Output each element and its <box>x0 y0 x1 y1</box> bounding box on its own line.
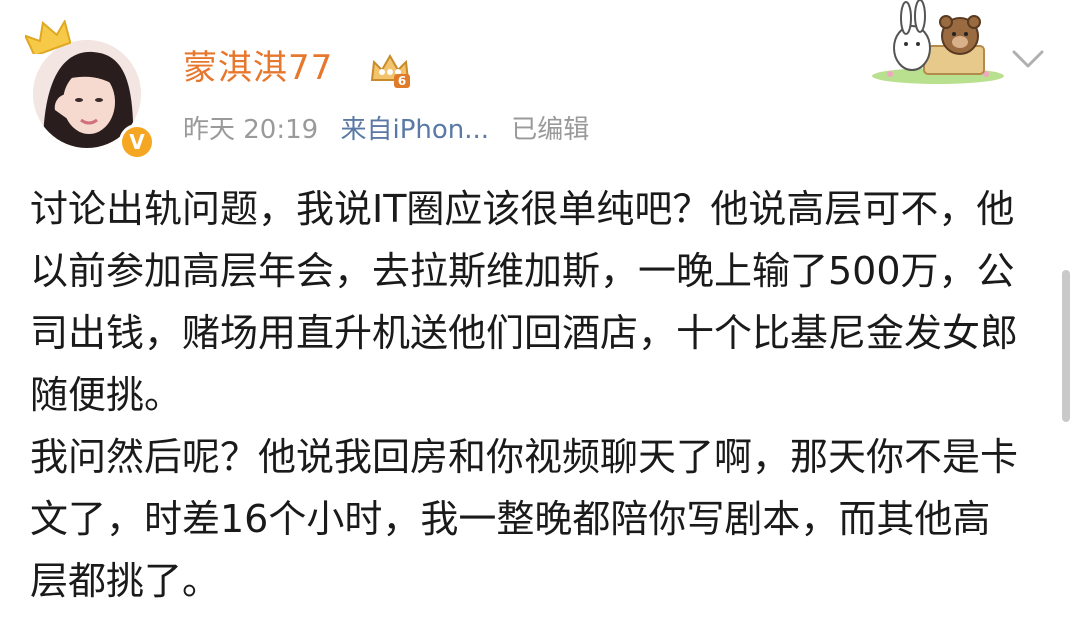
avatar-container[interactable]: V <box>25 20 155 160</box>
vip-crown-icon[interactable]: 6 <box>368 50 412 90</box>
post-source[interactable]: 来自iPhon... <box>340 115 489 145</box>
crown-icon <box>25 20 71 54</box>
edited-label[interactable]: 已编辑 <box>511 115 589 145</box>
username[interactable]: 蒙淇淇77 <box>183 44 333 92</box>
weibo-post: V 蒙淇淇77 6 昨天 20:19 来自iPhon... 已编辑 讨论出轨问题… <box>0 0 1080 635</box>
scrollbar[interactable] <box>1062 270 1070 422</box>
post-meta: 昨天 20:19 来自iPhon... 已编辑 <box>183 110 603 150</box>
verified-badge-icon: V <box>119 124 155 160</box>
vip-level: 6 <box>398 74 406 88</box>
rabbit-bear-sticker-icon <box>872 0 1004 84</box>
post-time: 昨天 20:19 <box>183 115 319 145</box>
post-paragraph-2: 我问然后呢？他说我回房和你视频聊天了啊，那天你不是卡文了，时差16个小时，我一整… <box>30 435 1019 603</box>
post-content: 讨论出轨问题，我说IT圈应该很单纯吧？他说高层可不，他以前参加高层年会，去拉斯维… <box>30 178 1020 612</box>
chevron-down-icon[interactable] <box>1008 44 1048 72</box>
post-paragraph-1: 讨论出轨问题，我说IT圈应该很单纯吧？他说高层可不，他以前参加高层年会，去拉斯维… <box>30 187 1019 417</box>
